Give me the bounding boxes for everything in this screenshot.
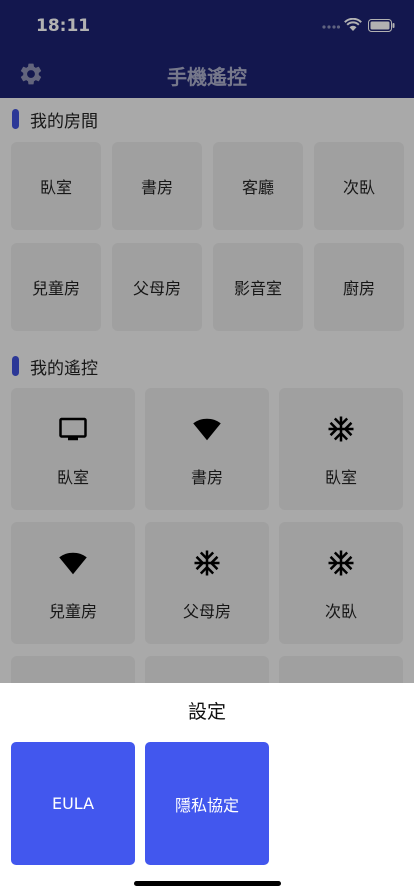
modal-backdrop[interactable] [0, 0, 414, 683]
settings-sheet: 設定 EULA 隱私協定 [0, 683, 414, 896]
eula-button[interactable]: EULA [11, 742, 135, 865]
home-indicator [134, 881, 281, 886]
sheet-title: 設定 [187, 701, 226, 723]
privacy-button[interactable]: 隱私協定 [145, 742, 269, 865]
